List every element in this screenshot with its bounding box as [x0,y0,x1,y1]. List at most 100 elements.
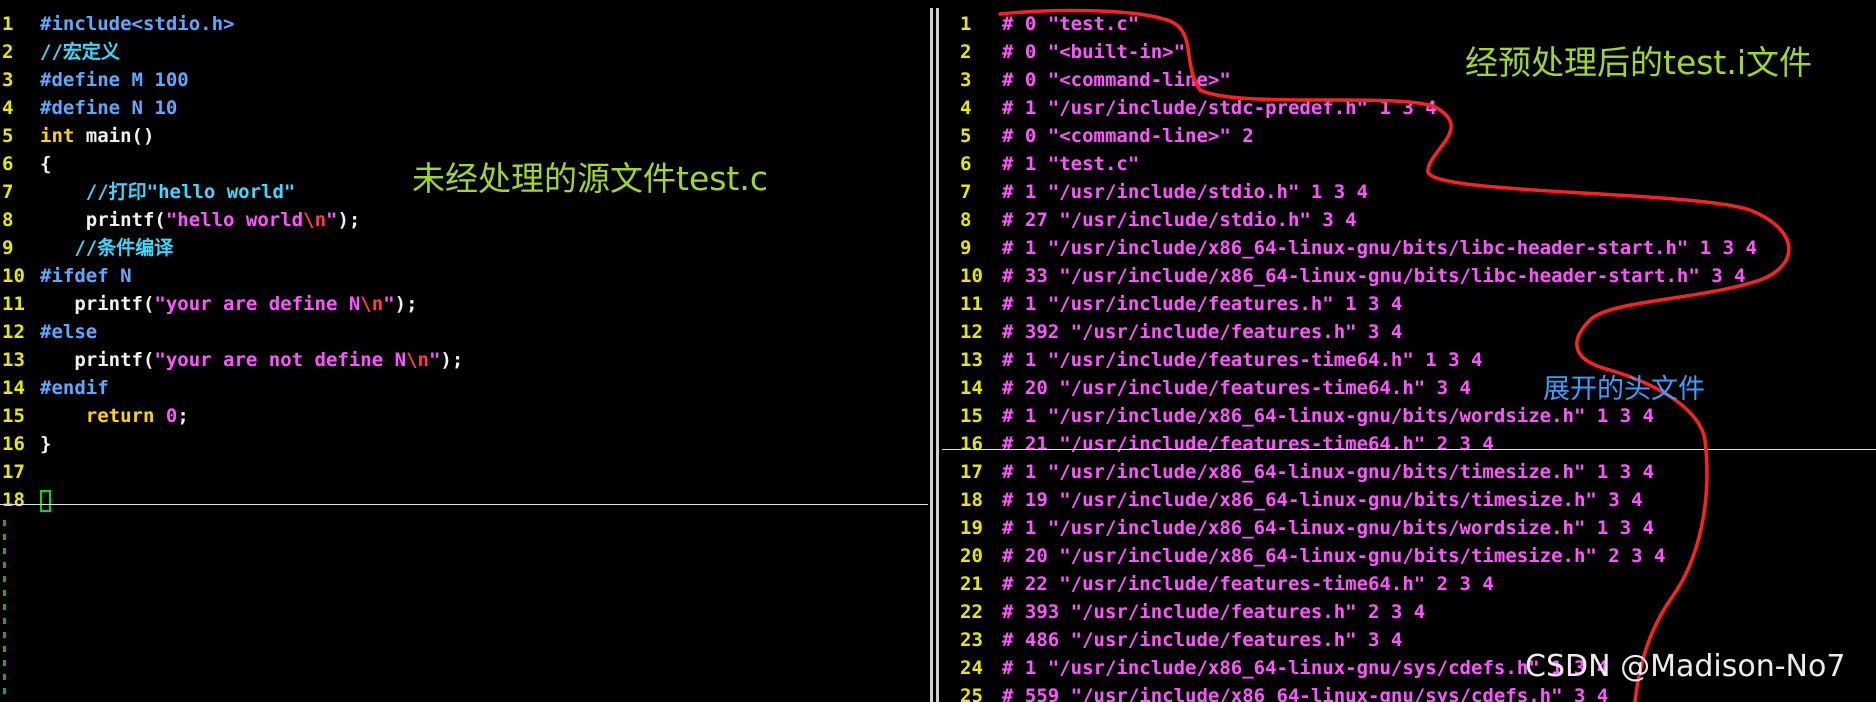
code-line[interactable]: 12 #else [0,318,928,346]
line-text: printf("your are define N\n"); [40,293,417,315]
code-line[interactable]: 9 //条件编译 [0,234,928,262]
preprocessed-line[interactable]: 13 # 1 "/usr/include/features-time64.h" 1… [942,346,1876,374]
line-number: 11 [2,293,25,315]
line-marker-text: # 1 "/usr/include/x86_64-linux-gnu/bits/… [1002,405,1655,427]
right-divider [942,449,1876,450]
preprocessed-line[interactable]: 20 # 20 "/usr/include/x86_64-linux-gnu/bi… [942,542,1876,570]
line-number: 18 [2,489,25,511]
preprocessed-line[interactable]: 10 # 33 "/usr/include/x86_64-linux-gnu/bi… [942,262,1876,290]
preprocessed-line[interactable]: 12 # 392 "/usr/include/features.h" 3 4 [942,318,1876,346]
code-line[interactable]: 10 #ifdef N [0,262,928,290]
line-marker-text: # 22 "/usr/include/features-time64.h" 2 … [1002,573,1494,595]
line-number: 18 [960,489,983,511]
code-line[interactable]: 11 printf("your are define N\n"); [0,290,928,318]
left-status-divider [0,504,928,505]
line-number: 12 [960,321,983,343]
code-line[interactable]: 16} [0,430,928,458]
preprocessed-line[interactable]: 18 # 19 "/usr/include/x86_64-linux-gnu/bi… [942,486,1876,514]
code-line[interactable]: 15 return 0; [0,402,928,430]
line-marker-text: # 392 "/usr/include/features.h" 3 4 [1002,321,1403,343]
preprocessed-line[interactable]: 4 # 1 "/usr/include/stdc-predef.h" 1 3 4 [942,94,1876,122]
code-token: } [40,433,52,455]
preprocessed-line[interactable]: 14 # 20 "/usr/include/features-time64.h" … [942,374,1876,402]
line-number: 10 [2,265,25,287]
code-line[interactable]: 8 printf("hello world\n"); [0,206,928,234]
code-line[interactable]: 18 [0,486,928,514]
line-number: 13 [2,349,25,371]
line-number: 24 [960,657,983,679]
line-number: 3 [960,69,972,91]
right-code-area[interactable]: 1 # 0 "test.c" 2 # 0 "<built-in>" 3 # 0 "<com… [942,10,1876,702]
code-line[interactable]: 4 #define N 10 [0,94,928,122]
preprocessed-line[interactable]: 11 # 1 "/usr/include/features.h" 1 3 4 [942,290,1876,318]
code-token: #else [40,321,98,343]
line-number: 8 [2,209,14,231]
line-marker-text: # 0 "<command-line>" [1002,69,1231,91]
code-token: return [85,405,155,427]
line-marker-text: # 1 "/usr/include/x86_64-linux-gnu/sys/c… [1002,657,1609,679]
code-token: \n [303,209,327,231]
preprocessed-line[interactable]: 19 # 1 "/usr/include/x86_64-linux-gnu/bit… [942,514,1876,542]
line-number: 9 [960,237,972,259]
line-marker-text: # 1 "/usr/include/features-time64.h" 1 3… [1002,349,1483,371]
preprocessed-line[interactable]: 15 # 1 "/usr/include/x86_64-linux-gnu/bit… [942,402,1876,430]
line-text: return 0; [40,405,189,427]
line-number: 4 [960,97,972,119]
split-line-left [930,8,933,702]
preprocessed-line[interactable]: 5 # 0 "<command-line>" 2 [942,122,1876,150]
line-text: #else [40,321,97,343]
code-line[interactable]: 13 printf("your are not define N\n"); [0,346,928,374]
preprocessed-line[interactable]: 25 # 559 "/usr/include/x86_64-linux-gnu/s… [942,682,1876,702]
line-marker-text: # 33 "/usr/include/x86_64-linux-gnu/bits… [1002,265,1746,287]
code-token: 0 [165,405,178,427]
vertical-split-divider[interactable] [928,0,942,702]
preprocessed-line[interactable]: 7 # 1 "/usr/include/stdio.h" 1 3 4 [942,178,1876,206]
left-code-area[interactable]: 1 #include<stdio.h> 2 //宏定义 3 #define M 100 4 #… [0,10,928,514]
preprocessed-line[interactable]: 8 # 27 "/usr/include/stdio.h" 3 4 [942,206,1876,234]
code-token: " [428,349,441,371]
line-marker-text: # 1 "/usr/include/x86_64-linux-gnu/bits/… [1002,517,1655,539]
line-text: #endif [40,377,109,399]
line-number: 21 [960,573,983,595]
code-line[interactable]: 17 [0,458,928,486]
line-number: 4 [2,97,14,119]
line-text: #include<stdio.h> [40,13,234,35]
preprocessed-line[interactable]: 22 # 393 "/usr/include/features.h" 2 3 4 [942,598,1876,626]
line-number: 7 [960,181,972,203]
code-token: //宏定义 [40,41,120,63]
line-text: #define M 100 [40,69,189,91]
line-text: //条件编译 [40,237,173,259]
code-line[interactable]: 3 #define M 100 [0,66,928,94]
line-marker-text: # 21 "/usr/include/features-time64.h" 2 … [1002,433,1494,455]
line-number: 7 [2,181,14,203]
left-editor-pane[interactable]: 1 #include<stdio.h> 2 //宏定义 3 #define M 100 4 #… [0,0,928,702]
text-cursor [40,489,51,512]
preprocessed-line[interactable]: 17 # 1 "/usr/include/x86_64-linux-gnu/bit… [942,458,1876,486]
line-text: int main() [40,125,154,147]
line-number: 17 [960,461,983,483]
preprocessed-line[interactable]: 9 # 1 "/usr/include/x86_64-linux-gnu/bits… [942,234,1876,262]
preprocessed-line[interactable]: 21 # 22 "/usr/include/features-time64.h" … [942,570,1876,598]
code-line[interactable]: 5 int main() [0,122,928,150]
line-marker-text: # 393 "/usr/include/features.h" 2 3 4 [1002,601,1426,623]
line-number: 22 [960,601,983,623]
right-editor-pane[interactable]: 1 # 0 "test.c" 2 # 0 "<built-in>" 3 # 0 "<com… [942,0,1876,702]
line-number: 17 [2,461,25,483]
line-marker-text: # 0 "<command-line>" 2 [1002,125,1254,147]
line-marker-text: # 1 "test.c" [1002,153,1140,175]
line-number: 10 [960,265,983,287]
line-number: 2 [960,41,972,63]
preprocessed-line[interactable]: 1 # 0 "test.c" [942,10,1876,38]
code-token: #include<stdio.h> [40,13,235,35]
code-line[interactable]: 1 #include<stdio.h> [0,10,928,38]
line-marker-text: # 1 "/usr/include/x86_64-linux-gnu/bits/… [1002,237,1757,259]
preprocessed-line[interactable]: 16 # 21 "/usr/include/features-time64.h" … [942,430,1876,458]
preprocessed-line[interactable]: 6 # 1 "test.c" [942,150,1876,178]
line-number: 20 [960,545,983,567]
code-line[interactable]: 2 //宏定义 [0,38,928,66]
code-token: #define N 10 [40,97,178,119]
code-token: printf( [40,293,155,315]
code-line[interactable]: 14 #endif [0,374,928,402]
